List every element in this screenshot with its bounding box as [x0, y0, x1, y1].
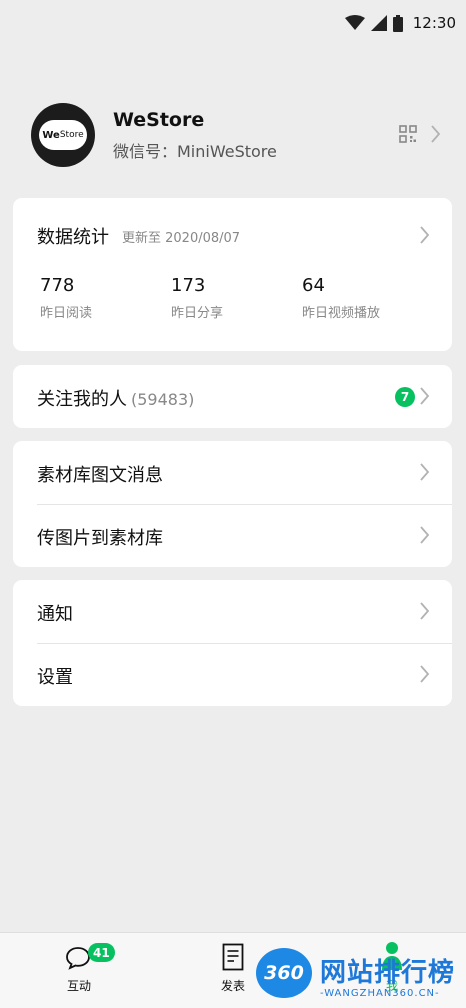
- stat-value: 778: [40, 275, 75, 296]
- stats-updated: 更新至 2020/08/07: [122, 231, 241, 246]
- material-library-row[interactable]: 素材库图文消息: [13, 441, 452, 504]
- stat-share: 173 昨日分享: [171, 275, 223, 321]
- stat-label: 昨日视频播放: [302, 306, 381, 321]
- watermark-text: 网站排行榜: [320, 958, 456, 988]
- stats-title: 数据统计: [37, 227, 109, 248]
- chevron-right-icon[interactable]: [420, 387, 430, 405]
- chevron-right-icon[interactable]: [420, 526, 430, 544]
- settings-label: 设置: [37, 667, 73, 688]
- watermark-url: -WANGZHAN360.CN-: [320, 988, 440, 999]
- avatar-logo: We Store: [39, 120, 87, 150]
- cellular-icon: [370, 15, 387, 31]
- stat-value: 173: [171, 275, 206, 296]
- status-time: 12:30: [412, 14, 456, 32]
- stats-card[interactable]: 数据统计 更新至 2020/08/07 778 昨日阅读 173 昨日分享 64…: [13, 198, 452, 351]
- avatar[interactable]: We Store: [31, 103, 95, 167]
- followers-card[interactable]: 关注我的人 (59483) 7: [13, 365, 452, 428]
- tab-interact-badge: 41: [88, 943, 115, 962]
- avatar-logo-text: We: [42, 129, 60, 141]
- misc-card: 通知 设置: [13, 580, 452, 706]
- chevron-right-icon[interactable]: [420, 602, 430, 620]
- document-icon: [222, 943, 244, 971]
- chevron-right-icon[interactable]: [420, 665, 430, 683]
- materials-card: 素材库图文消息 传图片到素材库: [13, 441, 452, 567]
- tab-interact-label: 互动: [66, 979, 91, 993]
- followers-badge: 7: [395, 387, 415, 407]
- profile-header[interactable]: We Store WeStore 微信号：MiniWeStore: [31, 103, 441, 167]
- wifi-icon: [344, 15, 365, 30]
- watermark: 360 网站排行榜 -WANGZHAN360.CN-: [254, 946, 466, 1008]
- watermark-logo: 360: [256, 948, 312, 998]
- chevron-right-icon[interactable]: [431, 125, 441, 143]
- profile-wechat-id: 微信号：MiniWeStore: [113, 142, 277, 161]
- chevron-right-icon[interactable]: [420, 226, 430, 244]
- status-bar: 12:30: [0, 0, 466, 50]
- stat-value: 64: [302, 275, 325, 296]
- material-library-label: 素材库图文消息: [37, 465, 163, 486]
- chat-bubble-icon: [66, 947, 90, 970]
- notifications-label: 通知: [37, 604, 73, 625]
- stat-label: 昨日分享: [171, 306, 224, 321]
- followers-row[interactable]: 关注我的人 (59483) 7: [13, 365, 452, 428]
- followers-label-text: 关注我的人: [37, 389, 127, 410]
- battery-icon: [392, 14, 403, 32]
- upload-image-label: 传图片到素材库: [37, 528, 163, 549]
- stat-read: 778 昨日阅读: [40, 275, 92, 321]
- chevron-right-icon[interactable]: [420, 463, 430, 481]
- followers-label: 关注我的人 (59483): [37, 385, 194, 411]
- settings-row[interactable]: 设置: [13, 643, 452, 706]
- stat-label: 昨日阅读: [40, 306, 93, 321]
- followers-count: (59483): [131, 390, 195, 409]
- avatar-logo-suffix: Store: [59, 130, 84, 140]
- stat-video-plays: 64 昨日视频播放: [302, 275, 380, 321]
- profile-name: WeStore: [113, 109, 205, 131]
- upload-image-row[interactable]: 传图片到素材库: [13, 504, 452, 567]
- notifications-row[interactable]: 通知: [13, 580, 452, 643]
- tab-interact[interactable]: 41 互动: [29, 933, 129, 1008]
- qr-code-icon[interactable]: [399, 125, 417, 143]
- status-icons: 12:30: [344, 14, 456, 32]
